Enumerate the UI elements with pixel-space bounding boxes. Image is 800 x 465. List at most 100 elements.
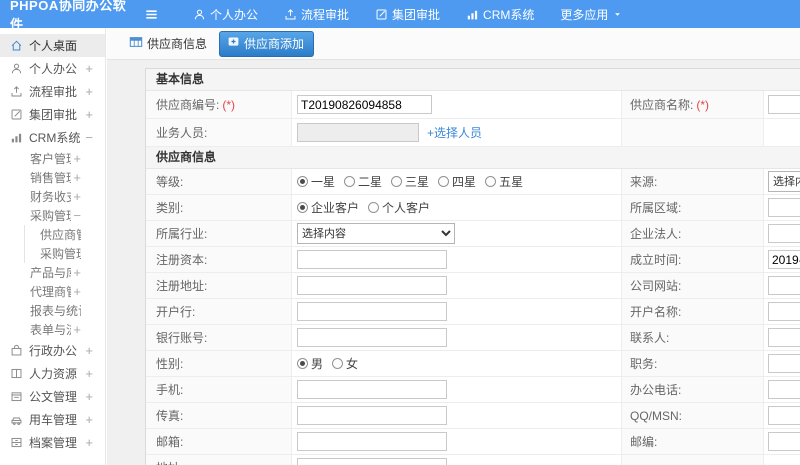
- field-label: 注册资本:: [156, 253, 208, 267]
- archive-icon: [10, 436, 23, 449]
- radio-button[interactable]: [368, 202, 380, 213]
- field-label-cell: 职务:: [622, 351, 764, 376]
- text-input[interactable]: [297, 380, 447, 399]
- radio-button[interactable]: [438, 176, 450, 187]
- radio-button[interactable]: [485, 176, 497, 187]
- sidebar-item-10[interactable]: 采购管理: [0, 244, 105, 263]
- sidebar-item-12[interactable]: 代理商管理+: [0, 282, 105, 301]
- sidebar-item-2[interactable]: 流程审批 +: [0, 80, 105, 103]
- text-input[interactable]: [768, 380, 800, 399]
- select-input[interactable]: 选择内容: [297, 223, 455, 244]
- expand-toggle-icon[interactable]: +: [71, 189, 81, 204]
- sidebar-item-6[interactable]: 销售管理+: [0, 168, 105, 187]
- nav-item-2[interactable]: 集团审批: [362, 0, 453, 28]
- expand-toggle-icon[interactable]: +: [83, 366, 93, 381]
- nav-item-1[interactable]: 流程审批: [271, 0, 362, 28]
- radio-button[interactable]: [297, 202, 308, 213]
- expand-toggle-icon[interactable]: −: [71, 208, 81, 223]
- sidebar-item-15[interactable]: 行政办公 +: [0, 339, 105, 362]
- field-input-cell: [292, 403, 622, 428]
- choose-person-link[interactable]: +选择人员: [427, 124, 482, 141]
- field-input-cell: 男女: [292, 351, 622, 376]
- text-input[interactable]: [297, 95, 432, 114]
- text-input[interactable]: [297, 432, 447, 451]
- field-input-cell: [764, 325, 800, 350]
- expand-toggle-icon[interactable]: +: [83, 61, 93, 76]
- tab-supplier-add[interactable]: 供应商添加: [219, 30, 315, 57]
- text-input[interactable]: [768, 406, 800, 425]
- radio-button[interactable]: [332, 358, 344, 369]
- nav-item-label: 更多应用: [560, 7, 609, 22]
- hamburger-icon[interactable]: [138, 7, 164, 22]
- field-label-cell: 所属行业:: [146, 221, 292, 246]
- expand-toggle-icon[interactable]: +: [83, 412, 93, 427]
- field-label: 邮编:: [630, 435, 658, 449]
- expand-toggle-icon[interactable]: +: [83, 435, 93, 450]
- text-input[interactable]: [768, 302, 800, 321]
- text-input[interactable]: [768, 224, 800, 243]
- sidebar-item-label: 档案管理: [29, 436, 78, 450]
- home-icon: [10, 39, 23, 52]
- sidebar-item-17[interactable]: 公文管理 +: [0, 385, 105, 408]
- text-input[interactable]: [768, 250, 800, 269]
- radio-button[interactable]: [297, 358, 308, 369]
- radio-button[interactable]: [391, 176, 403, 187]
- sidebar-item-8[interactable]: 采购管理−: [0, 206, 105, 225]
- radio-label: 个人客户: [382, 201, 431, 215]
- text-input[interactable]: [768, 432, 800, 451]
- radio-button[interactable]: [344, 176, 356, 187]
- text-input[interactable]: [297, 328, 447, 347]
- text-input[interactable]: [297, 302, 447, 321]
- radio-button[interactable]: [297, 176, 308, 187]
- field-input-cell: +选择人员: [292, 119, 622, 146]
- sidebar-item-19[interactable]: 档案管理 +: [0, 431, 105, 454]
- select-input[interactable]: 选择内容: [768, 171, 800, 192]
- sidebar-item-0[interactable]: 个人桌面: [0, 34, 105, 57]
- person-input[interactable]: [297, 123, 419, 142]
- text-input[interactable]: [768, 95, 800, 114]
- nav-item-0[interactable]: 个人办公: [180, 0, 271, 28]
- text-input[interactable]: [297, 250, 447, 269]
- sidebar-item-5[interactable]: 客户管理+: [0, 149, 105, 168]
- nav-item-label: CRM系统: [483, 7, 535, 22]
- sidebar-item-9[interactable]: 供应商管理: [0, 225, 105, 244]
- sidebar-item-label: 采购管理: [30, 209, 71, 223]
- sidebar-item-4[interactable]: CRM系统 −: [0, 126, 105, 149]
- field-label-cell: 手机:: [146, 377, 292, 402]
- sidebar-item-13[interactable]: 报表与统计: [0, 301, 105, 320]
- upload-icon: [284, 8, 297, 21]
- nav-item-3[interactable]: CRM系统: [453, 0, 547, 28]
- field-label-cell: 业务人员:: [146, 119, 292, 146]
- expand-toggle-icon[interactable]: +: [83, 389, 93, 404]
- expand-toggle-icon[interactable]: +: [71, 322, 81, 337]
- text-input[interactable]: [297, 458, 447, 465]
- text-input[interactable]: [297, 406, 447, 425]
- expand-toggle-icon[interactable]: +: [71, 265, 81, 280]
- tabbar: 供应商信息 供应商添加: [107, 28, 800, 60]
- sidebar-item-11[interactable]: 产品与库存+: [0, 263, 105, 282]
- expand-toggle-icon[interactable]: +: [71, 170, 81, 185]
- radio-label: 企业客户: [311, 201, 360, 215]
- text-input[interactable]: [768, 198, 800, 217]
- field-label-cell: 成立时间:: [622, 247, 764, 272]
- expand-toggle-icon[interactable]: +: [83, 343, 93, 358]
- expand-toggle-icon[interactable]: +: [71, 284, 81, 299]
- user-icon: [193, 8, 206, 21]
- tab-supplier-info[interactable]: 供应商信息: [129, 35, 207, 52]
- sidebar-item-14[interactable]: 表单与流程设置+: [0, 320, 105, 339]
- expand-toggle-icon[interactable]: −: [83, 130, 93, 145]
- text-input[interactable]: [768, 328, 800, 347]
- text-input[interactable]: [768, 276, 800, 295]
- sidebar-item-1[interactable]: 个人办公 +: [0, 57, 105, 80]
- text-input[interactable]: [768, 354, 800, 373]
- expand-toggle-icon[interactable]: +: [71, 151, 81, 166]
- sidebar-item-7[interactable]: 财务收支+: [0, 187, 105, 206]
- sidebar-item-3[interactable]: 集团审批 +: [0, 103, 105, 126]
- expand-toggle-icon[interactable]: +: [83, 107, 93, 122]
- sidebar-item-16[interactable]: 人力资源 +: [0, 362, 105, 385]
- nav-item-4[interactable]: 更多应用: [547, 0, 636, 28]
- sidebar-item-18[interactable]: 用车管理 +: [0, 408, 105, 431]
- text-input[interactable]: [297, 276, 447, 295]
- expand-toggle-icon[interactable]: +: [83, 84, 93, 99]
- sidebar-item-label: 流程审批: [29, 85, 78, 99]
